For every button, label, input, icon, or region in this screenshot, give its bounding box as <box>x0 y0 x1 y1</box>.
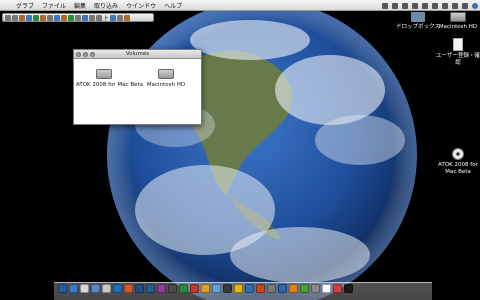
dock-app-icon[interactable] <box>91 284 100 293</box>
tool-icon[interactable] <box>82 14 88 21</box>
menu-graph[interactable]: グラブ <box>16 1 34 10</box>
desktop: グラブ ファイル 編集 取り込み ウインドウ ヘルプ ト Volumes ATO… <box>0 0 480 300</box>
dock-app-icon[interactable] <box>278 284 287 293</box>
menu-bar: グラブ ファイル 編集 取り込み ウインドウ ヘルプ <box>0 0 480 11</box>
dock-app-icon[interactable] <box>256 284 265 293</box>
dock-app-icon[interactable] <box>69 284 78 293</box>
tool-icon[interactable] <box>117 14 124 21</box>
menu-help[interactable]: ヘルプ <box>164 1 182 10</box>
status-icon-7[interactable] <box>442 2 448 9</box>
dock-app-icon[interactable] <box>179 284 188 293</box>
capture-toolbar: ト <box>2 13 154 22</box>
tool-icon[interactable] <box>124 14 131 21</box>
cd-icon <box>452 148 464 160</box>
tool-icon[interactable] <box>5 14 11 21</box>
menu-capture[interactable]: 取り込み <box>94 1 118 10</box>
tool-icon[interactable] <box>68 14 74 21</box>
dock-app-icon[interactable] <box>157 284 166 293</box>
status-icon-4[interactable] <box>412 2 418 9</box>
earth-wallpaper <box>107 0 417 300</box>
volume-label: ATOK 2008 for Mac Beta <box>76 82 144 88</box>
tool-icon[interactable] <box>54 14 60 21</box>
dock-app-icon[interactable] <box>333 284 342 293</box>
dock-app-icon[interactable] <box>311 284 320 293</box>
dock-app-icon[interactable] <box>289 284 298 293</box>
zoom-icon[interactable] <box>90 52 95 57</box>
tool-icon[interactable] <box>47 14 53 21</box>
desktop-item-label: Macintosh HD <box>438 24 478 30</box>
dock-app-icon[interactable] <box>190 284 199 293</box>
window-content: ATOK 2008 for Mac Beta Macintosh HD <box>74 59 201 125</box>
tool-icon[interactable] <box>61 14 67 21</box>
dock-app-icon[interactable] <box>58 284 67 293</box>
tool-icon[interactable] <box>12 14 18 21</box>
menu-edit[interactable]: 編集 <box>74 1 86 10</box>
status-icon-6[interactable] <box>432 2 438 9</box>
desktop-item-registration[interactable]: ユーザー登録・確認 <box>436 38 480 67</box>
window-controls <box>76 52 95 57</box>
finder-window: Volumes ATOK 2008 for Mac Beta Macintosh… <box>73 49 202 125</box>
tool-icon[interactable] <box>33 14 39 21</box>
menu-file[interactable]: ファイル <box>42 1 66 10</box>
desktop-item-label: ATOK 2008 for Mac Beta <box>438 162 478 175</box>
dock-app-icon[interactable] <box>234 284 243 293</box>
dock-app-icon[interactable] <box>245 284 254 293</box>
drive-icon <box>450 12 466 22</box>
dock-app-icon[interactable] <box>168 284 177 293</box>
dock <box>54 282 432 300</box>
tool-icon[interactable] <box>96 14 102 21</box>
status-icon-1[interactable] <box>382 2 388 9</box>
dock-app-icon[interactable] <box>113 284 122 293</box>
dock-app-icon[interactable] <box>212 284 221 293</box>
drive-icon <box>158 69 174 79</box>
drive-icon <box>96 69 112 79</box>
dock-app-icon[interactable] <box>344 284 353 293</box>
volume-item[interactable]: ATOK 2008 for Mac Beta <box>76 69 144 88</box>
folder-icon <box>411 12 425 22</box>
desktop-item-label: ユーザー登録・確認 <box>436 53 480 66</box>
dock-app-icon[interactable] <box>80 284 89 293</box>
menu-window[interactable]: ウインドウ <box>126 1 156 10</box>
tool-icon[interactable] <box>75 14 81 21</box>
tool-icon[interactable] <box>89 14 95 21</box>
volume-item[interactable]: Macintosh HD <box>138 69 194 88</box>
status-icon-3[interactable] <box>402 2 408 9</box>
menu-extras <box>380 0 480 11</box>
dock-app-icon[interactable] <box>267 284 276 293</box>
tool-icon[interactable] <box>19 14 25 21</box>
desktop-item-dropbox[interactable]: ドロップボックス <box>396 12 440 31</box>
dock-app-icon[interactable] <box>146 284 155 293</box>
dock-app-icon[interactable] <box>135 284 144 293</box>
dock-app-icon[interactable] <box>102 284 111 293</box>
tool-icon[interactable] <box>40 14 46 21</box>
close-icon[interactable] <box>76 52 81 57</box>
tool-icon[interactable] <box>26 14 32 21</box>
window-titlebar[interactable]: Volumes <box>74 50 201 59</box>
status-icon-5[interactable] <box>422 2 428 9</box>
tool-icon[interactable] <box>110 14 117 21</box>
dock-app-icon[interactable] <box>124 284 133 293</box>
status-icon-2[interactable] <box>392 2 398 9</box>
window-title: Volumes <box>125 51 150 57</box>
volume-label: Macintosh HD <box>146 82 186 88</box>
desktop-item-atok-cd[interactable]: ATOK 2008 for Mac Beta <box>436 148 480 176</box>
desktop-item-macintosh-hd[interactable]: Macintosh HD <box>436 12 480 31</box>
minimize-icon[interactable] <box>83 52 88 57</box>
spotlight-icon[interactable] <box>472 2 478 9</box>
dock-app-icon[interactable] <box>201 284 210 293</box>
status-icon-9[interactable] <box>462 2 468 9</box>
dock-app-icon[interactable] <box>300 284 309 293</box>
document-icon <box>453 38 463 51</box>
toolbar-text-label: ト <box>103 15 110 22</box>
dock-app-icon[interactable] <box>223 284 232 293</box>
desktop-item-label: ドロップボックス <box>396 24 440 30</box>
status-icon-8[interactable] <box>452 2 458 9</box>
dock-items <box>58 284 353 293</box>
dock-app-icon[interactable] <box>322 284 331 293</box>
